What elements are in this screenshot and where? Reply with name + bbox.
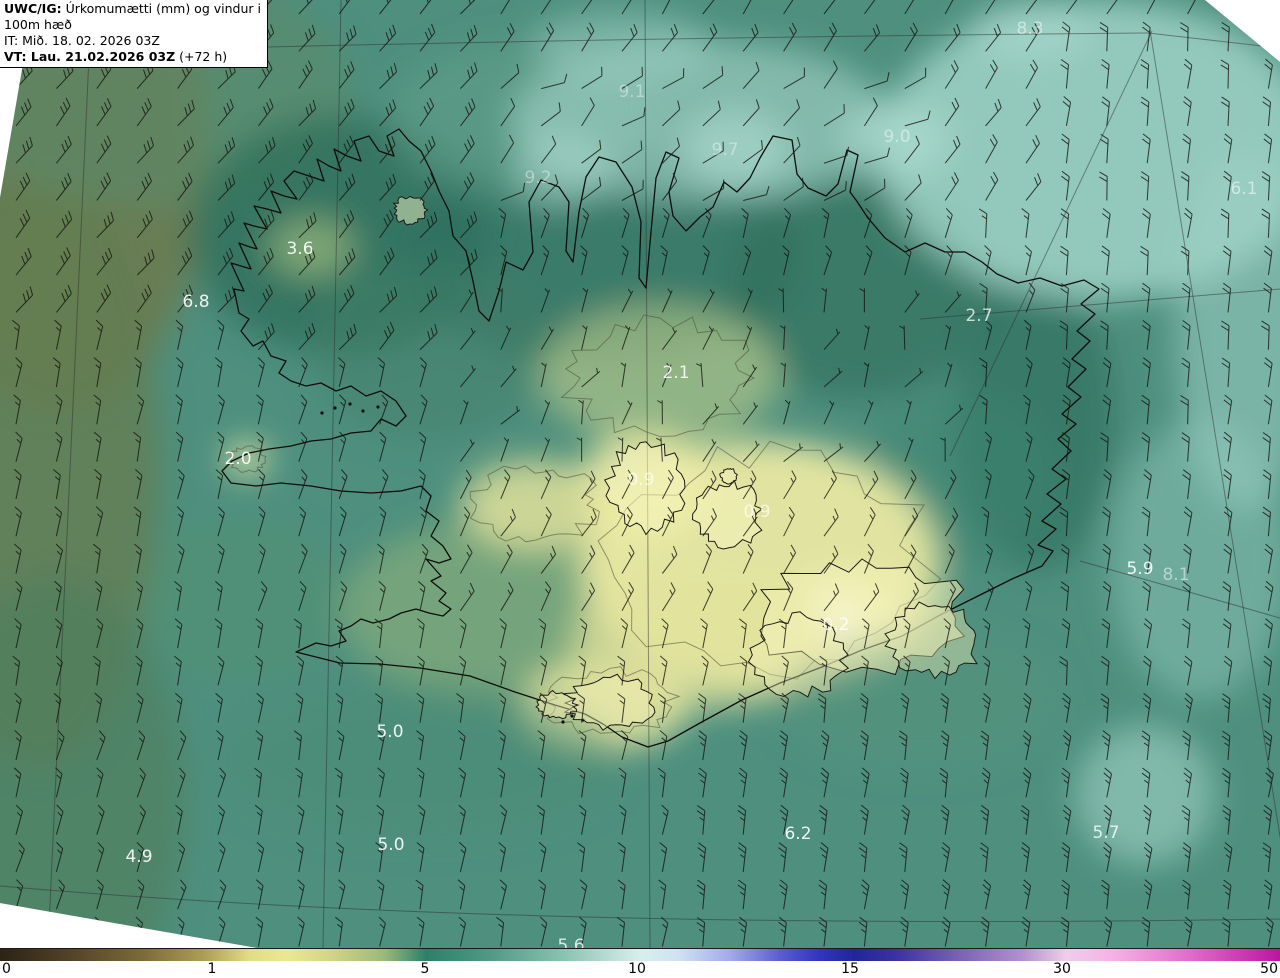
value-label: 8.1	[1162, 565, 1189, 585]
colorbar-tick-label: 30	[1053, 961, 1071, 977]
weather-map: 3.6 6.8 8.3 6.1 2.7 2.1 2.0 0.9 0.9 5.9 8.1 0.2 5.0 4…	[0, 0, 1280, 948]
title-line-valid: VT: Lau. 21.02.2026 03Z (+72 h)	[4, 49, 263, 65]
value-label: 0.9	[743, 502, 770, 522]
value-label: 6.8	[182, 292, 209, 312]
value-label: 5.7	[1092, 823, 1119, 843]
island-dot	[376, 405, 380, 409]
colorbar-tick-label: 10	[628, 961, 646, 977]
colorbar-tick-label: 15	[841, 961, 859, 977]
value-label: 2.0	[224, 449, 251, 469]
title-line-init: IT: Mið. 18. 02. 2026 03Z	[4, 33, 160, 48]
value-label: 9.2	[524, 168, 551, 188]
field-blob	[530, 10, 710, 80]
wind-barb	[15, 916, 23, 947]
value-label: 4.9	[125, 847, 152, 867]
valid-time: VT: Lau. 21.02.2026 03Z	[4, 49, 176, 64]
value-label: 0.2	[822, 615, 849, 635]
field-blob	[310, 260, 550, 440]
colorbar-tick-label: 1	[207, 961, 217, 977]
wind-barb	[1261, 22, 1270, 52]
wind-barb	[1227, 0, 1244, 15]
title-line-product: UWC/IG: Úrkomumætti (mm) og vindur i 100…	[4, 1, 263, 33]
wind-barb	[94, 916, 103, 947]
value-label: 9.7	[711, 140, 738, 160]
field-blob	[1075, 725, 1215, 865]
value-label: 0.9	[627, 470, 654, 490]
value-label: 6.1	[1230, 179, 1257, 199]
value-label: 8.3	[1016, 19, 1043, 39]
value-label: 2.1	[662, 363, 689, 383]
weather-map-canvas: 3.6 6.8 8.3 6.1 2.7 2.1 2.0 0.9 0.9 5.9 8.1 0.2 5.0 4…	[0, 0, 1280, 948]
value-label: 6.2	[784, 824, 811, 844]
island-dot	[320, 411, 324, 415]
value-label: 9.1	[618, 82, 645, 102]
island-dot	[361, 409, 365, 413]
wind-barb	[54, 916, 62, 947]
colorbar: 0 1 5 10 15 30 50	[0, 948, 1280, 978]
value-label: 3.6	[286, 239, 313, 259]
value-label: 5.0	[376, 722, 403, 742]
colorbar-tick-label: 5	[420, 961, 430, 977]
value-label: 5.0	[377, 835, 404, 855]
product-label: UWC/IG:	[4, 1, 62, 16]
colorbar-tick-label: 0	[2, 961, 11, 977]
valid-suffix: (+72 h)	[175, 49, 228, 64]
colorbar-tick-label: 50	[1260, 961, 1278, 977]
value-label: 2.7	[965, 306, 992, 326]
title-box: UWC/IG: Úrkomumætti (mm) og vindur i 100…	[0, 0, 268, 68]
colorbar-gradient	[0, 948, 1280, 961]
island-dot	[561, 720, 565, 724]
value-label: 9.0	[883, 127, 910, 147]
wind-barb	[1267, 0, 1280, 15]
value-label: 5.6	[557, 936, 584, 948]
island-dot	[570, 714, 574, 718]
island-dot	[348, 402, 352, 406]
value-label: 5.9	[1126, 559, 1153, 579]
island-dot	[333, 406, 337, 410]
colorbar-labels: 0 1 5 10 15 30 50	[0, 961, 1280, 978]
